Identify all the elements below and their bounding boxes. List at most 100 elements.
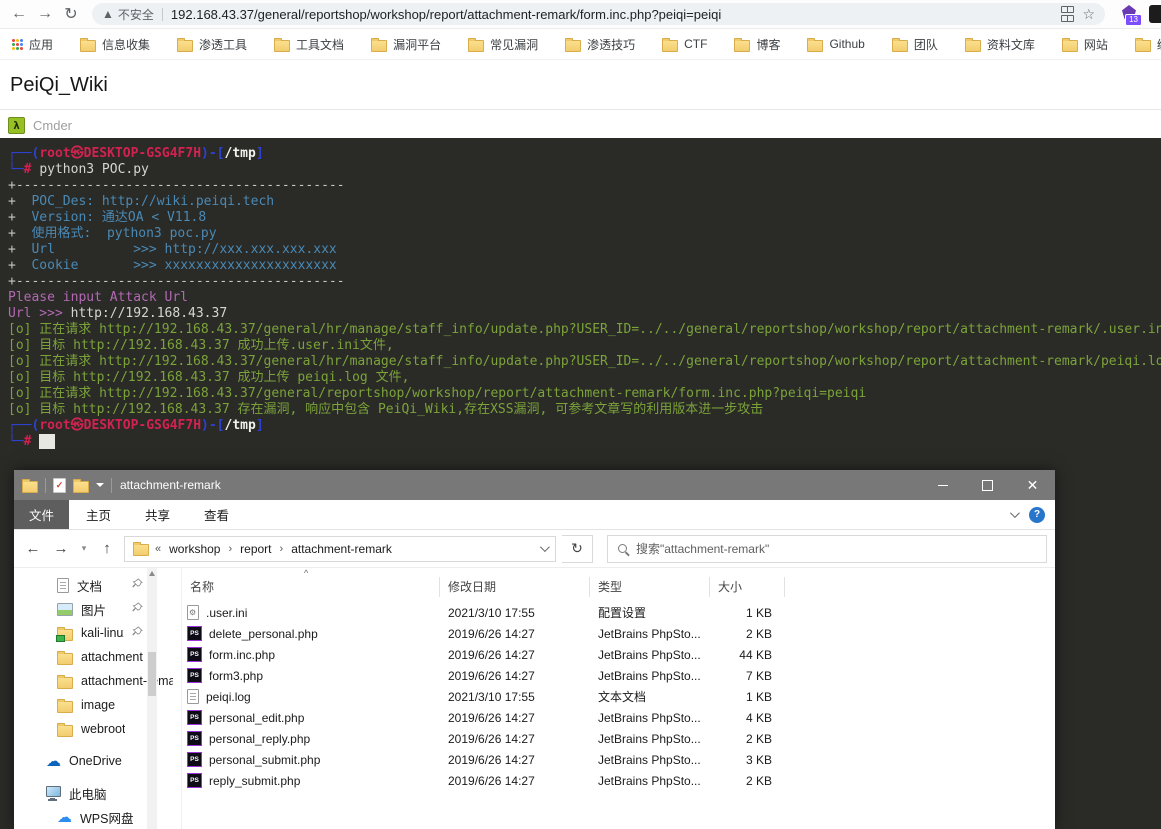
bookmark-item[interactable]: 资料文库 (964, 36, 1035, 53)
bookmark-label: 应用 (29, 37, 54, 52)
up-button[interactable]: ↑ (96, 540, 118, 557)
phpstorm-file-icon: PS (187, 626, 202, 641)
explorer-titlebar[interactable]: ✓ attachment-remark ✕ (14, 470, 1055, 500)
file-name-text: form.inc.php (209, 647, 276, 662)
bookmark-item[interactable]: 信息收集 (80, 36, 150, 53)
maximize-button[interactable] (965, 470, 1010, 500)
bookmark-item[interactable]: CTF (662, 37, 707, 52)
address-dropdown-icon[interactable] (539, 542, 550, 553)
grid-icon[interactable] (1060, 6, 1075, 22)
forward-button[interactable]: → (32, 1, 58, 27)
file-name: .user.ini (182, 605, 440, 620)
file-type: 文本文档 (598, 690, 647, 704)
table-row[interactable]: PS form.inc.php 2019/6/26 14:27 JetBrains P… (182, 644, 1055, 665)
column-header-0[interactable]: 名称 (182, 577, 440, 597)
help-button[interactable]: ? (1029, 506, 1045, 523)
refresh-button[interactable]: ↻ (562, 534, 593, 563)
column-header-2[interactable]: 类型 (590, 577, 710, 597)
document-icon (57, 577, 69, 593)
bookmark-label: 常见漏洞 (490, 37, 539, 52)
bookmark-item[interactable]: 漏洞平台 (371, 36, 441, 53)
bookmark-label: 网站 (1083, 37, 1108, 52)
file-list-pane: ^ 名称修改日期类型大小 .user.ini 2021/3/10 17:55 配置设… (182, 568, 1055, 829)
table-row[interactable]: .user.ini 2021/3/10 17:55 配置设置 1 KB (182, 602, 1055, 623)
terminal-line: + Url >>> http://xxx.xxx.xxx.xxx (8, 242, 337, 257)
security-indicator[interactable]: ▲ 不安全 (102, 6, 154, 23)
file-date: 2019/6/26 14:27 (448, 773, 535, 788)
table-row[interactable]: PS personal_edit.php 2019/6/26 14:27 JetBra… (182, 707, 1055, 728)
table-row[interactable]: PS reply_submit.php 2019/6/26 14:27 JetBrai… (182, 770, 1055, 791)
bookmark-item[interactable]: 渗透工具 (177, 36, 247, 53)
bookmark-item[interactable]: 编程 (1134, 36, 1161, 53)
file-size: 3 KB (745, 752, 772, 767)
column-header-3[interactable]: 大小 (710, 577, 785, 597)
bookmark-label: 渗透技巧 (587, 37, 636, 52)
address-bar[interactable]: ▲ 不安全 192.168.43.37/general/reportshop/w… (92, 3, 1105, 25)
table-row[interactable]: PS personal_submit.php 2019/6/26 14:27 JetB… (182, 749, 1055, 770)
search-box[interactable]: 搜索"attachment-remark" (607, 534, 1047, 563)
url-text[interactable]: 192.168.43.37/general/reportshop/worksho… (171, 7, 1051, 22)
reload-button[interactable]: ↻ (58, 1, 84, 27)
bookmark-item[interactable]: Github (807, 37, 865, 52)
tab-home[interactable]: 主页 (69, 500, 128, 529)
profile-icon-partial[interactable] (1149, 5, 1161, 23)
bookmark-label: 信息收集 (102, 37, 151, 52)
table-row[interactable]: peiqi.log 2021/3/10 17:55 文本文档 1 KB (182, 686, 1055, 707)
divider (161, 7, 163, 21)
terminal-line: + Version: 通达OA < V11.8 (8, 210, 207, 225)
extension-icon[interactable]: 13 (1119, 4, 1142, 26)
folder-icon[interactable] (73, 478, 89, 493)
bookmark-item[interactable]: 工具文档 (274, 36, 344, 53)
file-size: 2 KB (745, 626, 772, 641)
tab-share[interactable]: 共享 (128, 500, 187, 529)
table-row[interactable]: PS delete_personal.php 2019/6/26 14:27 JetB… (182, 623, 1055, 644)
table-row[interactable]: PS form3.php 2019/6/26 14:27 JetBrains PhpS… (182, 665, 1055, 686)
phpstorm-file-icon: PS (187, 731, 202, 746)
minimize-button[interactable] (920, 470, 965, 500)
bookmark-item[interactable]: 渗透技巧 (565, 36, 635, 53)
file-rows: .user.ini 2021/3/10 17:55 配置设置 1 KB PS delete… (182, 602, 1055, 791)
bookmark-label: 工具文档 (296, 37, 345, 52)
pin-icon (132, 626, 143, 640)
bookmark-star-icon[interactable]: ☆ (1082, 6, 1095, 23)
properties-check-icon[interactable]: ✓ (53, 477, 66, 493)
page-title: PeiQi_Wiki (0, 60, 1161, 110)
breadcrumb-bar[interactable]: « workshop › report › attachment-remark (124, 535, 556, 562)
back-button[interactable]: ← (6, 1, 32, 27)
tab-view[interactable]: 查看 (187, 500, 246, 529)
file-type: JetBrains PhpSto... (598, 752, 701, 767)
scroll-up-icon[interactable] (149, 571, 155, 576)
terminal-line: [o] 目标 http://192.168.43.37 存在漏洞, 响应中包含 … (8, 402, 764, 417)
file-name: PS form3.php (182, 668, 440, 683)
quick-access-dropdown-icon[interactable] (96, 483, 104, 487)
table-row[interactable]: PS personal_reply.php 2019/6/26 14:27 JetBr… (182, 728, 1055, 749)
column-header-1[interactable]: 修改日期 (440, 577, 590, 597)
bookmark-item[interactable]: 应用 (12, 36, 53, 53)
bookmark-label: Github (829, 37, 865, 51)
ribbon-collapse-icon[interactable] (1009, 508, 1020, 519)
explorer-forward-button[interactable]: → (50, 540, 72, 557)
breadcrumb-segment[interactable]: workshop (169, 542, 220, 556)
file-date: 2019/6/26 14:27 (448, 731, 535, 746)
scrollbar-thumb[interactable] (148, 652, 156, 696)
cmder-label: Cmder (33, 118, 73, 133)
tab-file[interactable]: 文件 (14, 500, 70, 529)
file-name: PS reply_submit.php (182, 773, 440, 788)
bookmark-item[interactable]: 网站 (1061, 36, 1108, 53)
bookmark-item[interactable]: 团队 (891, 36, 938, 53)
recent-locations-icon[interactable]: ▾ (78, 543, 90, 554)
breadcrumb-segment[interactable]: report (240, 542, 271, 556)
terminal-line: +---------------------------------------… (8, 274, 345, 289)
terminal-line: ┌──(root㉿DESKTOP-GSG4F7H)-[/tmp] (8, 418, 264, 433)
apps-grid-icon (12, 38, 23, 50)
sidebar-scrollbar[interactable] (147, 568, 157, 829)
close-button[interactable]: ✕ (1010, 470, 1055, 500)
bookmark-item[interactable]: 常见漏洞 (468, 36, 538, 53)
folder-icon (57, 722, 73, 737)
bookmark-item[interactable]: 博客 (734, 36, 780, 53)
breadcrumb-segment[interactable]: attachment-remark (291, 542, 392, 556)
breadcrumb-prefix-icon: « (155, 542, 162, 555)
explorer-back-button[interactable]: ← (22, 540, 44, 557)
file-type: JetBrains PhpSto... (598, 773, 701, 788)
file-type: JetBrains PhpSto... (598, 668, 701, 683)
